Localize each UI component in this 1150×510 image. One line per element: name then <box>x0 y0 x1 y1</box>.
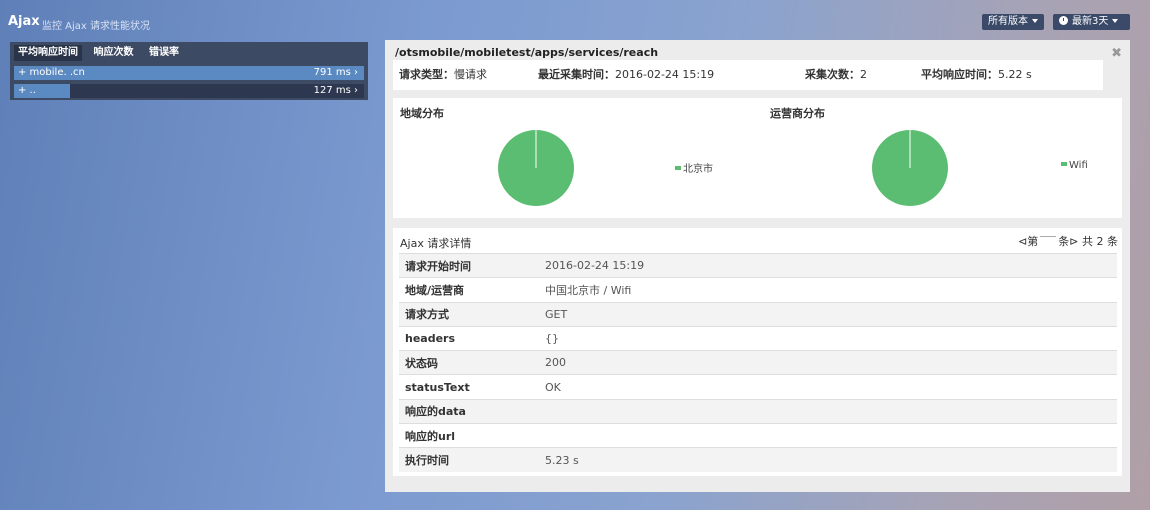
isp-pie-chart <box>872 130 948 206</box>
row-key: statusText <box>399 374 539 400</box>
details-title: Ajax 请求详情 <box>400 237 472 250</box>
metric-value: 127 ms › <box>313 85 358 96</box>
pager-total: 共 2 条 <box>1082 235 1118 248</box>
version-dropdown[interactable]: 所有版本 <box>982 14 1044 30</box>
geo-distribution-card: 地域分布 北京市 <box>393 98 781 218</box>
row-value <box>539 398 1117 424</box>
row-value <box>539 423 1117 448</box>
metric-tabs: 平均响应时间 响应次数 错误率 <box>14 45 187 61</box>
request-type: 请求类型：慢请求 <box>399 68 487 81</box>
table-row: headers{} <box>399 325 1117 351</box>
row-value: GET <box>539 301 1117 327</box>
row-key: 请求开始时间 <box>399 252 539 278</box>
request-summary: 请求类型：慢请求 最近采集时间：2016-02-24 15:19 采集次数：2 … <box>393 60 1103 90</box>
pager: ⊲第 条⊳ 共 2 条 <box>1018 233 1118 249</box>
row-value: 5.23 s <box>539 447 1117 473</box>
row-key: 响应的data <box>399 398 539 424</box>
metric-host: + mobile. .cn <box>18 67 85 78</box>
details-table: 请求开始时间 2016-02-24 15:19 地域/运营商 中国北京市 / Wif… <box>399 252 1117 473</box>
time-range-label: 最新3天 <box>1072 16 1109 27</box>
version-dropdown-label: 所有版本 <box>988 16 1028 27</box>
row-key: 状态码 <box>399 350 539 375</box>
table-row: 状态码 200 <box>399 350 1117 375</box>
chevron-down-icon <box>1032 19 1038 23</box>
request-detail-panel: /otsmobile/mobiletest/apps/services/reac… <box>385 40 1130 492</box>
metrics-panel: 平均响应时间 响应次数 错误率 + mobile. .cn 791 ms › +… <box>10 42 368 100</box>
request-details-card: Ajax 请求详情 ⊲第 条⊳ 共 2 条 请求开始时间 2016-02-24 15… <box>393 228 1122 476</box>
geo-legend: 北京市 <box>675 160 713 175</box>
row-key: 执行时间 <box>399 447 539 473</box>
list-item[interactable]: + mobile. .cn 791 ms › <box>14 66 364 80</box>
row-value: OK <box>539 374 1117 400</box>
isp-title: 运营商分布 <box>770 107 825 120</box>
pager-prev-button[interactable]: ⊲第 <box>1018 235 1038 248</box>
avg-response: 平均响应时间：5.22 s <box>921 68 1032 81</box>
row-key: headers <box>399 325 539 351</box>
row-value: {} <box>539 325 1117 351</box>
clock-icon <box>1059 16 1068 25</box>
row-key: 地域/运营商 <box>399 277 539 303</box>
geo-title: 地域分布 <box>400 107 444 120</box>
table-row: 执行时间 5.23 s <box>399 447 1117 473</box>
app-subtitle: 监控 Ajax 请求性能状况 <box>42 21 151 32</box>
tab-error-rate[interactable]: 错误率 <box>145 45 183 61</box>
isp-legend: Wifi <box>1061 160 1088 171</box>
page-input[interactable] <box>1040 236 1057 248</box>
tab-avg-response-time[interactable]: 平均响应时间 <box>14 45 82 61</box>
metric-value: 791 ms › <box>313 67 358 78</box>
collect-count: 采集次数：2 <box>805 68 867 81</box>
geo-pie-chart <box>498 130 574 206</box>
legend-swatch <box>675 166 681 170</box>
table-row: 响应的data <box>399 398 1117 424</box>
pager-next-button[interactable]: 条⊳ <box>1058 235 1078 248</box>
metric-host: + .. <box>18 85 36 96</box>
legend-swatch <box>1061 162 1067 166</box>
tab-response-count[interactable]: 响应次数 <box>90 45 138 61</box>
table-row: 请求开始时间 2016-02-24 15:19 <box>399 252 1117 278</box>
table-row: 响应的url <box>399 423 1117 448</box>
row-value: 200 <box>539 350 1117 375</box>
top-bar: Ajax 监控 Ajax 请求性能状况 所有版本 最新3天 <box>0 0 1150 36</box>
row-value: 2016-02-24 15:19 <box>539 252 1117 278</box>
chevron-down-icon <box>1112 19 1119 23</box>
last-collected: 最近采集时间：2016-02-24 15:19 <box>538 68 715 81</box>
isp-distribution-card: 运营商分布 Wifi <box>763 98 1122 218</box>
row-key: 请求方式 <box>399 301 539 327</box>
app-title: Ajax <box>8 14 40 29</box>
table-row: 请求方式 GET <box>399 301 1117 327</box>
request-path: /otsmobile/mobiletest/apps/services/reac… <box>395 46 659 59</box>
table-row: statusText OK <box>399 374 1117 400</box>
row-key: 响应的url <box>399 423 539 448</box>
close-icon[interactable]: ✖ <box>1111 46 1122 61</box>
table-row: 地域/运营商 中国北京市 / Wifi <box>399 277 1117 303</box>
time-range-dropdown[interactable]: 最新3天 <box>1053 14 1130 30</box>
list-item[interactable]: + .. 127 ms › <box>14 84 364 98</box>
row-value: 中国北京市 / Wifi <box>539 277 1117 303</box>
